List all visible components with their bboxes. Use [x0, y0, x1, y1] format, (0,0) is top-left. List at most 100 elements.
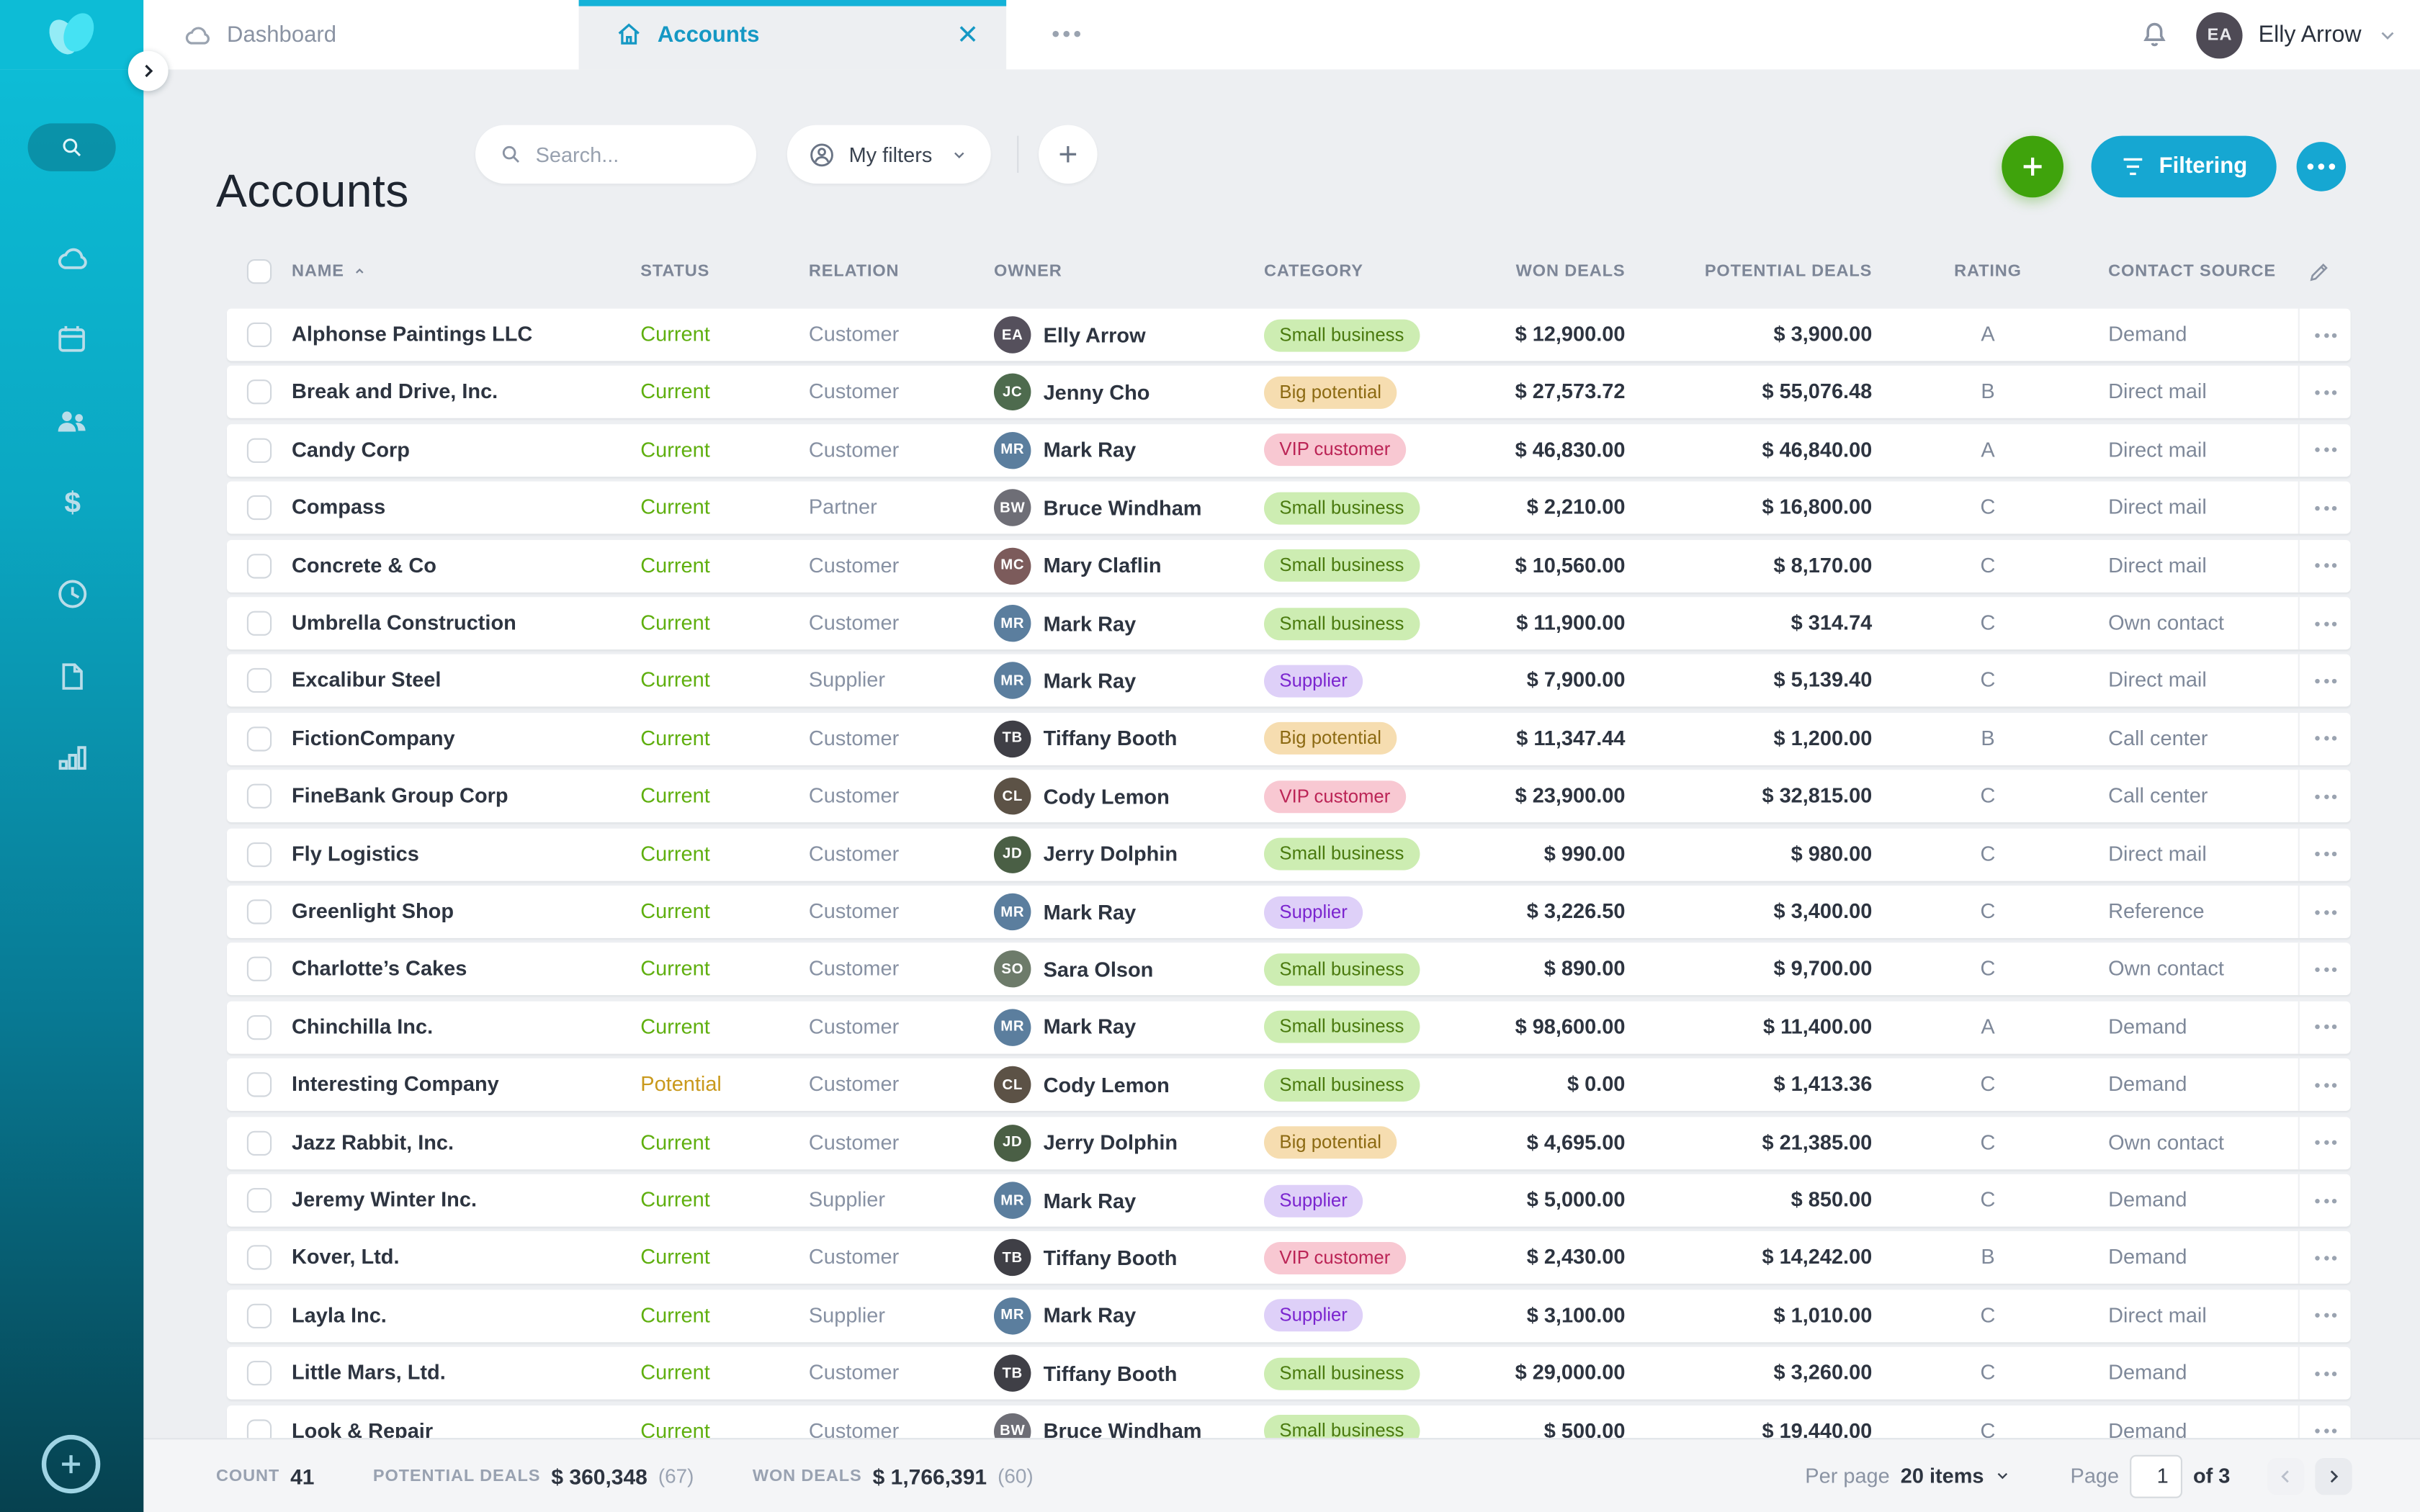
row-checkbox[interactable] — [246, 495, 272, 521]
row-menu-button[interactable] — [2298, 1347, 2352, 1400]
row-checkbox[interactable] — [246, 1246, 272, 1271]
table-row[interactable]: Umbrella Construction Current Customer M… — [227, 597, 2352, 650]
row-menu-button[interactable] — [2298, 308, 2352, 361]
account-name-link[interactable]: Jeremy Winter Inc. — [292, 1174, 477, 1227]
row-menu-button[interactable] — [2298, 597, 2352, 650]
table-row[interactable]: Kover, Ltd. Current Customer TB Tiffany … — [227, 1231, 2352, 1284]
sidebar-item-calendar[interactable] — [0, 310, 143, 366]
sidebar-item-crm[interactable] — [0, 231, 143, 287]
sidebar-item-finance[interactable]: $ — [0, 475, 143, 531]
row-checkbox[interactable] — [246, 957, 272, 982]
row-checkbox[interactable] — [246, 1014, 272, 1040]
sidebar-item-documents[interactable] — [0, 648, 143, 703]
row-checkbox[interactable] — [246, 1361, 272, 1386]
table-row[interactable]: Excalibur Steel Current Supplier MR Mark… — [227, 654, 2352, 708]
table-row[interactable]: FineBank Group Corp Current Customer CL … — [227, 770, 2351, 823]
account-name-link[interactable]: Jazz Rabbit, Inc. — [292, 1117, 454, 1169]
table-row[interactable]: Jazz Rabbit, Inc. Current Customer JD Je… — [227, 1116, 2352, 1169]
row-menu-button[interactable] — [2298, 654, 2352, 708]
row-menu-button[interactable] — [2298, 539, 2352, 592]
table-row[interactable]: Fly Logistics Current Customer JD Jerry … — [227, 827, 2352, 881]
account-name-link[interactable]: Chinchilla Inc. — [292, 1001, 433, 1053]
table-row[interactable]: Layla Inc. Current Supplier MR Mark Ray … — [227, 1289, 2352, 1342]
row-checkbox[interactable] — [246, 1188, 272, 1213]
tab-accounts[interactable]: Accounts — [578, 0, 1007, 70]
owner-avatar: MR — [994, 1008, 1031, 1046]
table-row[interactable]: Candy Corp Current Customer MR Mark Ray … — [227, 423, 2352, 477]
previous-page-button[interactable] — [2267, 1457, 2305, 1495]
row-checkbox[interactable] — [246, 726, 272, 752]
table-row[interactable]: Little Mars, Ltd. Current Customer TB Ti… — [227, 1347, 2351, 1400]
table-row[interactable]: Charlotte’s Cakes Current Customer SO Sa… — [227, 943, 2351, 996]
account-name-link[interactable]: Concrete & Co — [292, 539, 436, 592]
account-name-link[interactable]: Umbrella Construction — [292, 597, 516, 649]
row-checkbox[interactable] — [246, 438, 272, 463]
table-row[interactable]: Chinchilla Inc. Current Customer MR Mark… — [227, 1001, 2352, 1054]
account-name-link[interactable]: Greenlight Shop — [292, 886, 454, 938]
sidebar-add-button[interactable] — [41, 1434, 101, 1494]
tab-close-icon[interactable] — [954, 20, 982, 48]
row-checkbox[interactable] — [246, 322, 272, 348]
account-name-link[interactable]: Little Mars, Ltd. — [292, 1347, 446, 1400]
row-checkbox[interactable] — [246, 553, 272, 578]
row-checkbox[interactable] — [246, 899, 272, 924]
row-checkbox[interactable] — [246, 1303, 272, 1328]
account-name-link[interactable]: FineBank Group Corp — [292, 770, 508, 823]
more-tabs-button[interactable] — [1047, 22, 1087, 46]
row-menu-button[interactable] — [2298, 1289, 2352, 1342]
account-name-link[interactable]: Break and Drive, Inc. — [292, 366, 498, 419]
table-row[interactable]: Jeremy Winter Inc. Current Supplier MR M… — [227, 1174, 2351, 1227]
row-checkbox[interactable] — [246, 379, 272, 405]
table-row[interactable]: Alphonse Paintings LLC Current Customer … — [227, 308, 2352, 361]
contact-source-value: Demand — [2108, 322, 2187, 346]
page-number-input[interactable] — [2130, 1454, 2182, 1498]
row-checkbox[interactable] — [246, 668, 272, 693]
row-checkbox[interactable] — [246, 1130, 272, 1156]
category-badge: Small business — [1264, 607, 1420, 640]
row-menu-button[interactable] — [2298, 886, 2352, 938]
row-menu-button[interactable] — [2298, 366, 2352, 419]
sidebar-item-time[interactable] — [0, 566, 143, 621]
sidebar-search-button[interactable] — [27, 123, 116, 171]
row-menu-button[interactable] — [2298, 1058, 2352, 1112]
row-checkbox[interactable] — [246, 783, 272, 809]
sidebar-expand-button[interactable] — [127, 50, 169, 91]
row-menu-button[interactable] — [2298, 827, 2352, 881]
row-menu-button[interactable] — [2298, 1001, 2352, 1054]
notifications-bell-icon[interactable] — [2138, 18, 2172, 52]
table-row[interactable]: Compass Current Partner BW Bruce Windham… — [227, 481, 2352, 534]
sidebar-item-reports[interactable] — [0, 730, 143, 786]
account-name-link[interactable]: Alphonse Paintings LLC — [292, 309, 532, 361]
account-name-link[interactable]: Compass — [292, 482, 385, 534]
row-menu-button[interactable] — [2298, 1116, 2352, 1169]
table-row[interactable]: Break and Drive, Inc. Current Customer J… — [227, 366, 2351, 419]
row-menu-button[interactable] — [2298, 1174, 2352, 1227]
tab-dashboard[interactable]: Dashboard — [143, 0, 579, 70]
row-menu-button[interactable] — [2298, 481, 2352, 534]
sidebar-item-contacts[interactable] — [0, 393, 143, 449]
per-page-select[interactable]: Per page 20 items — [1805, 1464, 2012, 1488]
table-row[interactable]: Interesting Company Potential Customer C… — [227, 1058, 2352, 1112]
account-name-link[interactable]: Fly Logistics — [292, 828, 419, 881]
account-name-link[interactable]: Interesting Company — [292, 1058, 499, 1111]
row-menu-button[interactable] — [2298, 423, 2352, 477]
account-name-link[interactable]: FictionCompany — [292, 713, 455, 765]
account-name-link[interactable]: Excalibur Steel — [292, 654, 441, 707]
row-menu-button[interactable] — [2298, 712, 2352, 765]
app-logo[interactable] — [0, 0, 144, 70]
table-row[interactable]: Concrete & Co Current Customer MC Mary C… — [227, 539, 2351, 592]
table-row[interactable]: FictionCompany Current Customer TB Tiffa… — [227, 712, 2352, 765]
row-menu-button[interactable] — [2298, 943, 2352, 996]
account-name-link[interactable]: Kover, Ltd. — [292, 1232, 399, 1284]
account-name-link[interactable]: Layla Inc. — [292, 1290, 387, 1342]
row-checkbox[interactable] — [246, 842, 272, 867]
row-menu-button[interactable] — [2298, 770, 2352, 823]
account-name-link[interactable]: Charlotte’s Cakes — [292, 943, 467, 996]
row-checkbox[interactable] — [246, 611, 272, 636]
row-checkbox[interactable] — [246, 1072, 272, 1097]
next-page-button[interactable] — [2315, 1457, 2352, 1495]
account-name-link[interactable]: Candy Corp — [292, 424, 410, 477]
table-row[interactable]: Greenlight Shop Current Customer MR Mark… — [227, 886, 2351, 938]
row-menu-button[interactable] — [2298, 1231, 2352, 1284]
user-menu[interactable]: EA Elly Arrow — [2196, 12, 2398, 58]
